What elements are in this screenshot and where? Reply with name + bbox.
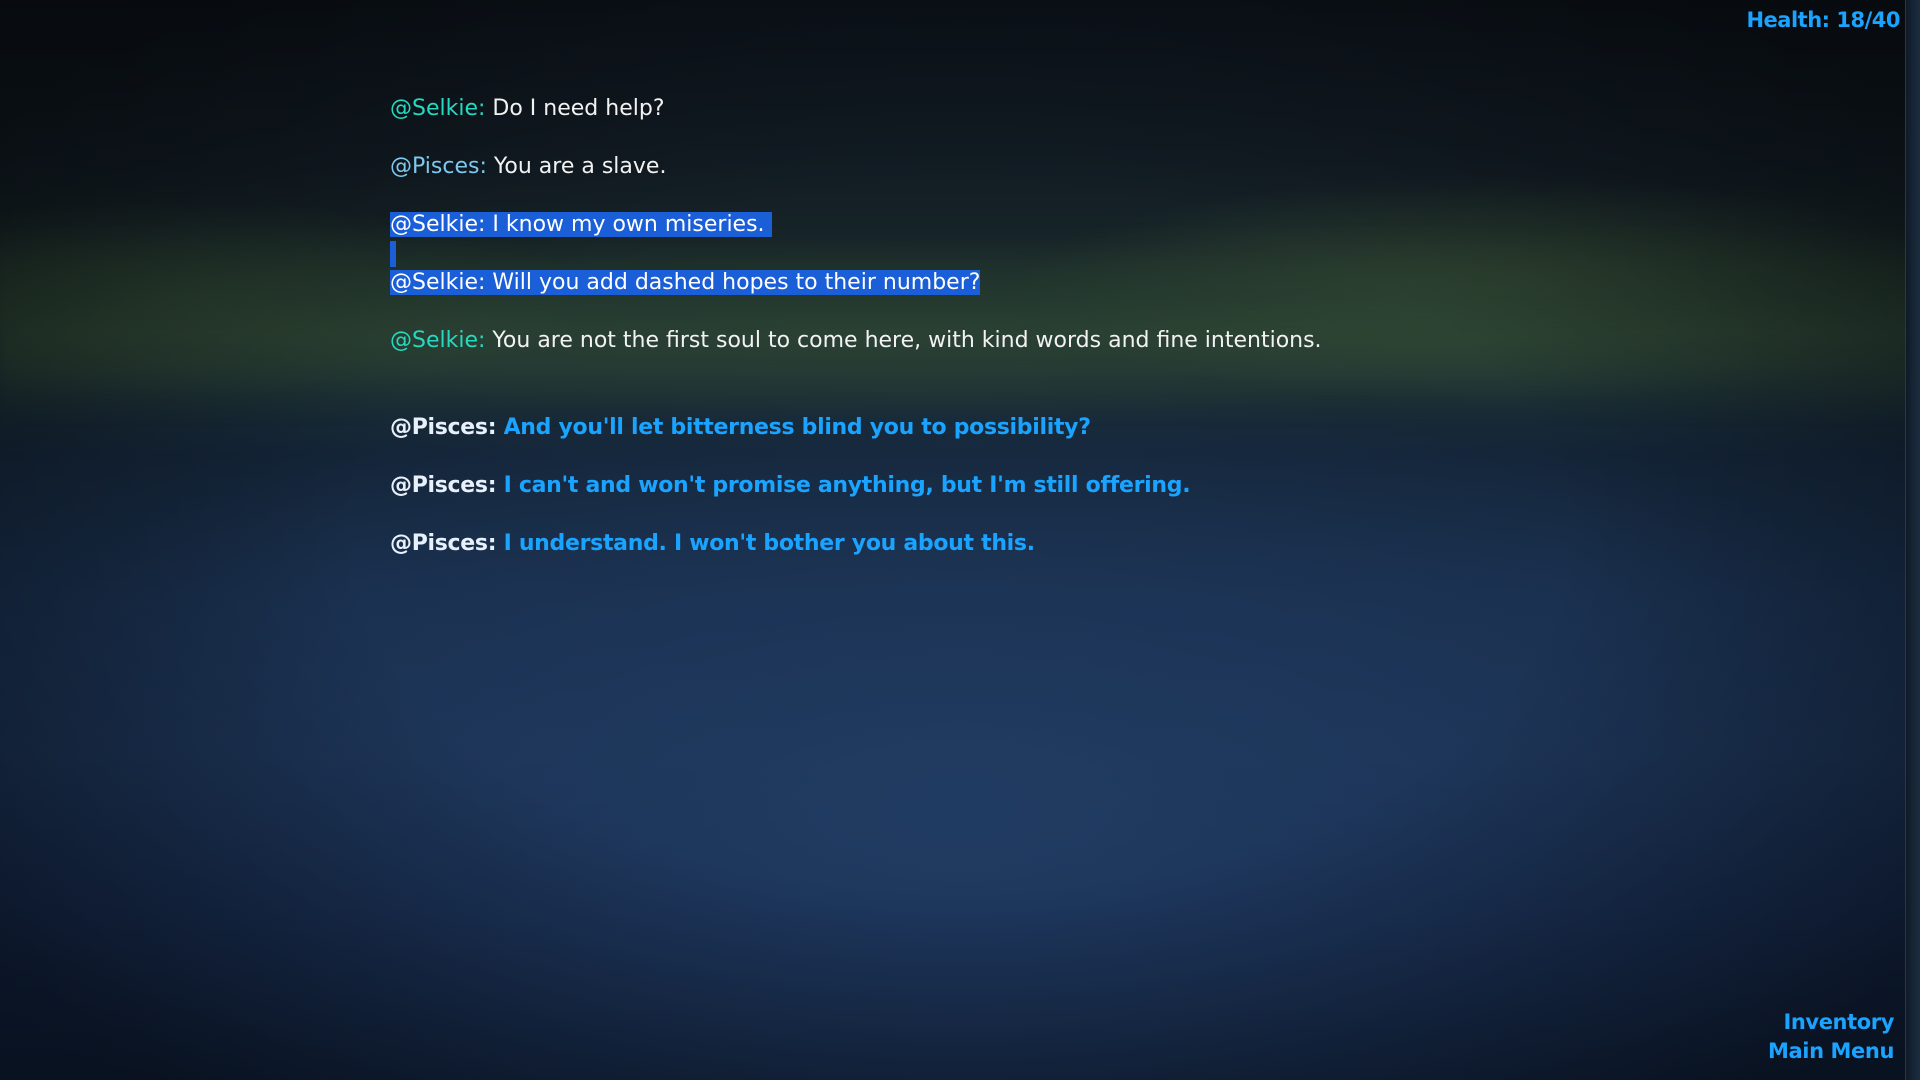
health-counter: Health: 18/40 <box>1746 8 1900 32</box>
inventory-link[interactable]: Inventory <box>1768 1008 1894 1037</box>
choice-speaker: @Pisces: <box>390 415 497 440</box>
text-selection-highlight: @Selkie: I know my own miseries. <box>390 212 772 237</box>
window-edge <box>1905 0 1920 1080</box>
dialogue-log[interactable]: @Selkie: Do I need help? @Pisces: You ar… <box>390 93 1590 560</box>
dialogue-line-selected[interactable]: @Selkie: I know my own miseries. <box>390 209 1590 241</box>
dialogue-text: Do I need help? <box>485 96 665 121</box>
choice-option-3[interactable]: @Pisces: I understand. I won't bother yo… <box>390 528 1590 560</box>
choice-text[interactable]: I understand. I won't bother you about t… <box>496 531 1036 556</box>
selection-bridge <box>390 241 396 267</box>
dialogue-text: You are not the first soul to come here,… <box>485 328 1322 353</box>
dialogue-text: Will you add dashed hopes to their numbe… <box>485 270 981 295</box>
choice-speaker: @Pisces: <box>390 531 497 556</box>
text-selection-highlight: @Selkie: Will you add dashed hopes to th… <box>390 270 981 295</box>
speaker-name-selkie: @Selkie: <box>390 328 486 353</box>
game-menu: Inventory Main Menu <box>1768 1008 1894 1066</box>
dialogue-line[interactable]: @Pisces: You are a slave. <box>390 151 1590 183</box>
dialogue-text: I know my own miseries. <box>485 212 765 237</box>
dialogue-line[interactable]: @Selkie: Do I need help? <box>390 93 1590 125</box>
choice-speaker: @Pisces: <box>390 473 497 498</box>
speaker-name-selkie: @Selkie: <box>390 270 486 295</box>
speaker-name-pisces: @Pisces: <box>390 154 487 179</box>
speaker-name-selkie: @Selkie: <box>390 96 486 121</box>
dialogue-text: You are a slave. <box>486 154 667 179</box>
choice-text[interactable]: I can't and won't promise anything, but … <box>496 473 1191 498</box>
choice-option-1[interactable]: @Pisces: And you'll let bitterness blind… <box>390 412 1590 444</box>
choice-option-2[interactable]: @Pisces: I can't and won't promise anyth… <box>390 470 1590 502</box>
selection-gap <box>390 241 1590 267</box>
main-menu-link[interactable]: Main Menu <box>1768 1037 1894 1066</box>
choice-text[interactable]: And you'll let bitterness blind you to p… <box>496 415 1091 440</box>
dialogue-line-selected[interactable]: @Selkie: Will you add dashed hopes to th… <box>390 267 1590 299</box>
speaker-name-selkie: @Selkie: <box>390 212 486 237</box>
dialogue-line[interactable]: @Selkie: You are not the first soul to c… <box>390 325 1590 357</box>
